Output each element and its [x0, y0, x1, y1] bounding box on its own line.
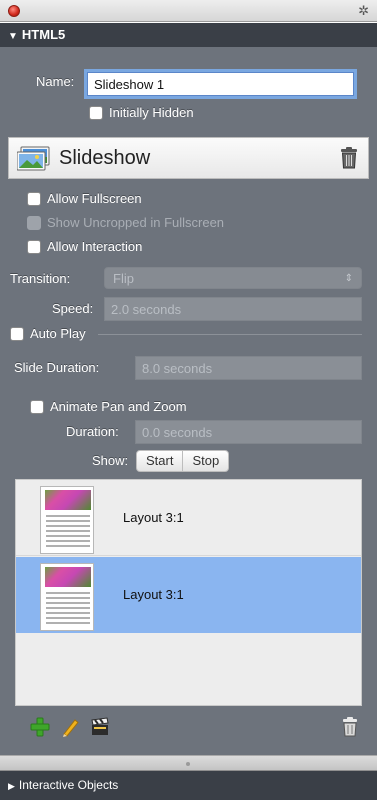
plus-icon[interactable] [30, 717, 50, 737]
show-label: Show: [92, 453, 129, 468]
trash-icon[interactable] [340, 147, 358, 169]
footer-title: Interactive Objects [18, 778, 119, 792]
clapperboard-icon[interactable] [90, 717, 110, 737]
name-input[interactable]: Slideshow 1 [87, 72, 354, 96]
name-label: Name: [36, 74, 75, 89]
speed-input[interactable]: 2.0 seconds [104, 297, 362, 321]
splitter-grip-icon [186, 762, 190, 766]
slide-duration-label: Slide Duration: [14, 360, 100, 375]
slide-list-toolbar [0, 717, 377, 745]
slide-duration-input[interactable]: 8.0 seconds [135, 356, 362, 380]
allow-interaction-label: Allow Interaction [47, 239, 143, 254]
allow-fullscreen-checkbox[interactable] [27, 192, 41, 206]
list-item[interactable]: Layout 3:1 [16, 557, 361, 633]
speed-label: Speed: [52, 301, 94, 316]
section-title: HTML5 [21, 27, 66, 42]
auto-play-label: Auto Play [30, 326, 86, 341]
widget-header: Slideshow [8, 137, 369, 179]
slideshow-icon [17, 146, 50, 171]
section-header-interactive-objects[interactable]: ▶ Interactive Objects [0, 771, 377, 800]
gear-icon[interactable]: ✲ [358, 3, 369, 19]
show-start-segment[interactable]: Start [137, 451, 182, 471]
show-segmented-control: Start Stop [136, 450, 230, 472]
trash-icon[interactable] [340, 717, 360, 737]
slide-label: Layout 3:1 [123, 587, 184, 602]
transition-value: Flip [113, 271, 134, 286]
section-header-html5[interactable]: ▼ HTML5 [0, 23, 377, 47]
duration-label: Duration: [66, 424, 119, 439]
animate-pan-zoom-label: Animate Pan and Zoom [50, 399, 187, 414]
panel-titlebar: ✲ [0, 0, 377, 22]
select-arrows-icon: ⇕ [344, 273, 353, 284]
show-stop-segment[interactable]: Stop [182, 451, 228, 471]
auto-play-divider [98, 334, 362, 335]
panel-splitter[interactable] [0, 755, 377, 771]
slide-label: Layout 3:1 [123, 510, 184, 525]
initially-hidden-checkbox[interactable] [89, 106, 103, 120]
disclosure-triangle-icon[interactable]: ▶ [8, 781, 15, 791]
transition-select[interactable]: Flip ⇕ [104, 267, 362, 289]
disclosure-triangle-icon[interactable]: ▼ [8, 31, 18, 42]
show-uncropped-checkbox [27, 216, 41, 230]
auto-play-checkbox[interactable] [10, 327, 24, 341]
animate-pan-zoom-checkbox[interactable] [30, 400, 44, 414]
allow-interaction-checkbox[interactable] [27, 240, 41, 254]
transition-label: Transition: [10, 271, 71, 286]
close-icon[interactable] [8, 5, 20, 17]
slide-thumbnail [40, 486, 94, 554]
initially-hidden-label: Initially Hidden [109, 105, 194, 120]
widget-title: Slideshow [59, 147, 151, 169]
show-uncropped-label: Show Uncropped in Fullscreen [47, 215, 225, 230]
duration-input[interactable]: 0.0 seconds [135, 420, 362, 444]
allow-fullscreen-label: Allow Fullscreen [47, 191, 142, 206]
slide-list: Layout 3:1 Layout 3:1 [15, 479, 362, 706]
slide-thumbnail [40, 563, 94, 631]
list-item[interactable]: Layout 3:1 [16, 480, 361, 556]
pencil-icon[interactable] [60, 717, 80, 737]
